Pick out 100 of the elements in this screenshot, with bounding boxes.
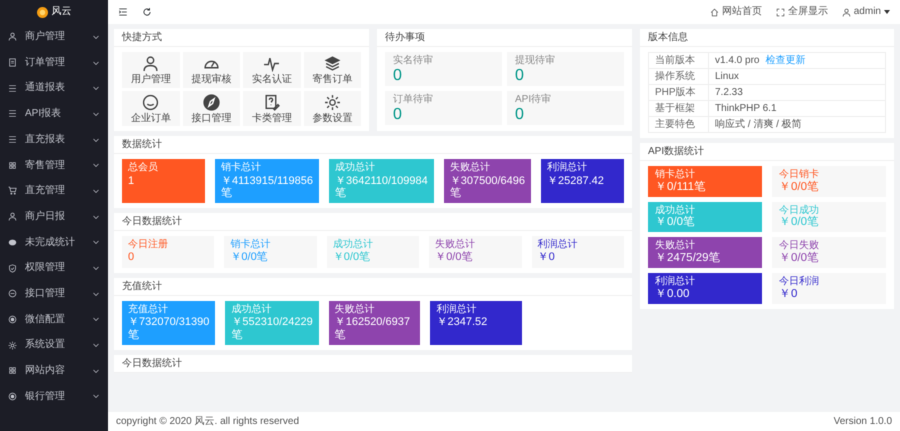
tile-label: 提现待审 — [515, 55, 556, 66]
table-cell: PHP版本 — [648, 84, 708, 100]
tile-label: 今日销卡 — [779, 169, 820, 180]
shortcut-tile[interactable]: 提现审核 — [182, 52, 240, 88]
person-icon — [8, 32, 17, 42]
tile-value: ￥0/0笔 — [230, 251, 269, 264]
tile-label: 利润总计 — [655, 276, 696, 288]
fullscreen-icon — [776, 8, 785, 16]
circle-icon — [8, 289, 17, 298]
caret-icon — [884, 10, 890, 14]
tile-label: 实名待审 — [393, 55, 434, 66]
user-icon — [842, 8, 851, 16]
user-menu[interactable]: admin — [842, 6, 890, 18]
shortcut-tile[interactable]: 寄售订单 — [304, 52, 361, 88]
tile-value: ￥4113915/119856笔 — [221, 174, 313, 200]
tile-value: ￥0/0笔 — [435, 251, 474, 264]
refresh-icon — [142, 6, 152, 17]
tile-label: 失败总计 — [435, 238, 476, 250]
logo-icon — [36, 6, 48, 18]
person-icon — [142, 55, 160, 72]
tile-value: ￥0.00 — [655, 288, 690, 301]
target-icon — [8, 392, 17, 401]
tile-label: 今日利润 — [779, 276, 820, 288]
tile-label: 成功总计 — [334, 162, 376, 174]
tile-label: 利润总计 — [546, 162, 588, 174]
tile-value: ￥2475/29笔 — [655, 252, 722, 266]
tile-value: ￥162520/6937笔 — [334, 316, 411, 342]
tile-label: 失败总计 — [334, 304, 376, 316]
pulse-icon — [263, 55, 280, 72]
sidebar-item[interactable]: 订单管理 — [0, 50, 108, 76]
sidebar-item[interactable]: 寄售管理 — [0, 152, 108, 178]
shortcut-tile[interactable]: 企业订单 — [122, 90, 180, 126]
chevron-icon — [92, 315, 100, 324]
chevron-icon — [92, 84, 100, 92]
tile-value: ￥0/111笔 — [655, 180, 708, 194]
shortcut-tile[interactable]: 参数设置 — [304, 90, 361, 126]
sidebar-item[interactable]: API报表 — [0, 101, 108, 127]
tile-label: 今日成功 — [779, 204, 820, 216]
home-link[interactable]: 网站首页 — [710, 6, 762, 18]
grid-icon — [8, 366, 17, 376]
sidebar-item[interactable]: 未完成统计 — [0, 230, 108, 256]
panel-title: 快捷方式 — [114, 29, 369, 47]
tile-value: ￥0/0笔 — [779, 216, 820, 230]
tile-value: ￥0/0笔 — [332, 251, 372, 264]
tile-value: ￥307500/6496笔 — [450, 174, 525, 200]
home-icon — [710, 8, 719, 16]
cart-icon — [8, 186, 17, 196]
fullscreen-link[interactable]: 全屏显示 — [776, 6, 828, 18]
sidebar-item[interactable]: 接口管理 — [0, 280, 108, 307]
table-cell: 基于框架 — [648, 100, 708, 116]
tile-value: ￥2347.52 — [436, 316, 488, 329]
sidebar-item[interactable]: 商户管理 — [0, 24, 108, 50]
tile-label: 成功总计 — [655, 204, 696, 216]
shortcut-tile[interactable]: 卡类管理 — [243, 90, 300, 126]
menu-icon — [118, 6, 128, 17]
panel-title: API数据统计 — [640, 143, 894, 161]
sidebar-item[interactable]: 通道报表 — [0, 75, 108, 102]
panel-title: 今日数据统计 — [114, 212, 632, 231]
table-cell: 当前版本 — [648, 52, 708, 68]
sidebar-item[interactable]: 系统设置 — [0, 332, 108, 358]
chevron-icon — [92, 392, 100, 400]
tile-label: 利润总计 — [538, 238, 579, 250]
tile-value: 1 — [128, 174, 136, 188]
target-icon — [8, 314, 17, 324]
tile-label: API待审 — [515, 94, 552, 106]
disc-icon — [8, 238, 17, 247]
tile-label: 成功总计 — [332, 238, 374, 250]
sidebar-item[interactable]: 网站内容 — [0, 358, 108, 384]
tile-value: ￥3642110/109984笔 — [334, 174, 428, 200]
tile-label: 销卡总计 — [221, 162, 262, 174]
shortcut-tile[interactable]: 接口管理 — [182, 90, 240, 126]
table-cell: ThinkPHP 6.1 — [708, 100, 886, 116]
tile-label: 销卡总计 — [655, 169, 696, 180]
version-text: Version 1.0.0 — [834, 416, 892, 428]
compass-icon — [202, 94, 220, 110]
panel-title: 待办事项 — [377, 29, 632, 47]
sidebar-item[interactable]: 银行管理 — [0, 384, 108, 410]
tile-value: ￥0 — [779, 288, 798, 301]
tile-value: 0 — [393, 66, 403, 84]
table-cell: 主要特色 — [648, 116, 708, 132]
panel-title: 数据统计 — [114, 136, 632, 154]
chevron-icon — [92, 264, 100, 272]
copyright-text: copyright © 2020 风云. all rights reserved — [116, 416, 300, 428]
tile-value: ￥0 — [538, 251, 556, 264]
tile-label: 失败总计 — [655, 240, 696, 252]
sidebar-item[interactable]: 直充管理 — [0, 178, 108, 204]
stack-icon — [324, 55, 341, 72]
shortcut-tile[interactable]: 实名认证 — [243, 52, 300, 88]
tile-value: ￥552310/24229笔 — [231, 316, 313, 342]
shortcut-tile[interactable]: 用户管理 — [122, 52, 180, 88]
sidebar-item[interactable]: 微信配置 — [0, 306, 108, 332]
panel-title: 充值统计 — [114, 278, 632, 296]
chevron-icon — [92, 161, 100, 170]
tile-label: 失败总计 — [450, 162, 491, 174]
sidebar-item[interactable]: 直充报表 — [0, 126, 108, 152]
sidebar-item[interactable]: 权限管理 — [0, 255, 108, 281]
grid-icon — [8, 160, 17, 170]
sidebar-item[interactable]: 商户日报 — [0, 204, 108, 230]
tile-value: 0 — [128, 251, 136, 264]
tile-value: ￥0/0笔 — [655, 216, 696, 230]
